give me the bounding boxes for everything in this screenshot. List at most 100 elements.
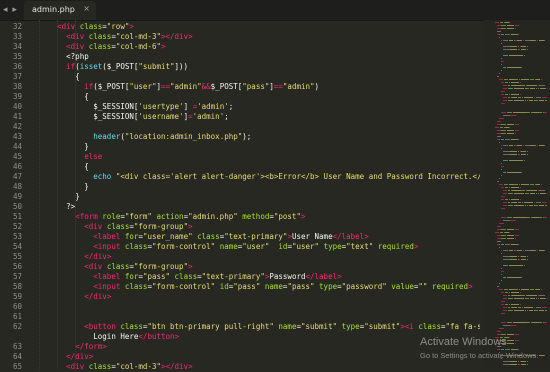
minimap-stroke [497, 121, 502, 122]
minimap-stroke [507, 124, 514, 125]
minimap-stroke [528, 205, 534, 206]
minimap-stroke [509, 55, 523, 56]
minimap-stroke [526, 361, 528, 362]
code-line: <label for="pass" class="text-primary">P… [93, 272, 341, 282]
minimap-stroke [524, 88, 528, 89]
line-number: 64 [12, 352, 22, 361]
tab-nav-arrows-icon[interactable]: ◂ ▸ [3, 3, 18, 17]
minimap-stroke [526, 151, 528, 152]
code-token: User Name [291, 232, 333, 241]
code-token: if [84, 82, 94, 91]
minimap-stroke [527, 295, 537, 296]
code-token: type [341, 322, 360, 331]
code-token: "pass" [233, 282, 265, 291]
minimap-stroke [538, 250, 544, 251]
minimap-stroke [507, 322, 511, 323]
code-line: <label for="user_name" class="text-prima… [93, 232, 368, 242]
code-token: "form-control" [151, 282, 220, 291]
code-token: <label [93, 232, 125, 241]
code-token: <div [57, 22, 80, 31]
minimap-stroke [527, 322, 531, 323]
minimap-stroke [495, 232, 499, 233]
minimap-stroke [539, 310, 544, 311]
tab-admin-php[interactable]: admin.php × [24, 1, 96, 20]
minimap-stroke [524, 145, 530, 146]
minimap-stroke [500, 268, 502, 269]
line-number: 33 [12, 32, 22, 41]
minimap-stroke [539, 190, 546, 191]
minimap-stroke [517, 34, 520, 35]
minimap-stroke [500, 271, 504, 272]
line-number: 62 [12, 322, 22, 331]
code-line: <div class="col-md-3"></div> [66, 32, 192, 42]
minimap-stroke [540, 289, 542, 290]
close-icon[interactable]: × [83, 4, 90, 13]
code-line: <form role="form" action="admin.php" met… [75, 212, 305, 222]
code-token: ></div> [160, 362, 193, 370]
minimap-stroke [502, 145, 509, 146]
code-token: "submit" [364, 322, 401, 331]
minimap-stroke [500, 163, 502, 164]
minimap-stroke [546, 88, 548, 89]
code-editor[interactable]: <div class="row"> <div class="col-md-3"><… [26, 20, 480, 370]
minimap-stroke [519, 187, 521, 188]
code-line: { [75, 72, 80, 82]
code-token: ; [228, 102, 234, 111]
minimap-stroke [544, 112, 547, 113]
minimap-stroke [504, 187, 509, 188]
line-number-gutter: 32 33 34 35 36 37 38 39 40 41 42 43 44 45 46 47 48 49 50 51… [0, 20, 26, 371]
minimap-stroke [497, 241, 501, 242]
minimap-stroke [499, 247, 500, 248]
minimap-stroke [502, 220, 510, 221]
code-line: <input class="form-control" id="pass" na… [93, 282, 472, 292]
code-token: </div> [84, 292, 112, 301]
line-number: 51 [12, 212, 22, 221]
line-number: 54 [12, 242, 22, 251]
code-token: </label> [332, 232, 369, 241]
minimap[interactable] [484, 20, 550, 370]
minimap-stroke [509, 22, 511, 23]
minimap-stroke [504, 34, 511, 35]
minimap-stroke [499, 289, 504, 290]
minimap-stroke [495, 22, 499, 23]
minimap-stroke [506, 67, 521, 68]
minimap-stroke [523, 307, 534, 308]
code-token: == [161, 82, 171, 91]
code-token: > [188, 222, 193, 231]
minimap-stroke [502, 154, 510, 155]
code-line: { [84, 92, 89, 102]
minimap-stroke [510, 364, 518, 365]
code-token: echo [93, 172, 116, 181]
minimap-stroke [536, 289, 541, 290]
minimap-stroke [513, 310, 525, 311]
minimap-stroke [508, 205, 512, 206]
code-token: { [84, 92, 89, 101]
minimap-stroke [512, 190, 521, 191]
code-token: <div [66, 42, 89, 51]
minimap-stroke [514, 79, 519, 80]
minimap-stroke [508, 100, 512, 101]
code-token: type [319, 282, 338, 291]
code-token: > [188, 262, 193, 271]
minimap-stroke [544, 145, 546, 146]
line-number: 32 [12, 22, 22, 31]
code-token: class [197, 232, 220, 241]
line-number: 47 [12, 172, 22, 181]
code-token: "form-group" [133, 262, 189, 271]
code-token: name [278, 322, 297, 331]
minimap-stroke [519, 292, 521, 293]
minimap-stroke [502, 46, 510, 47]
line-number: 38 [12, 82, 22, 91]
minimap-stroke [497, 334, 501, 335]
minimap-stroke [514, 334, 520, 335]
minimap-stroke [519, 82, 521, 83]
minimap-stroke [502, 277, 507, 278]
minimap-stroke [521, 364, 526, 365]
minimap-stroke [500, 112, 507, 113]
minimap-stroke [510, 361, 518, 362]
minimap-stroke [500, 91, 505, 92]
line-number: 52 [12, 222, 22, 231]
minimap-stroke [517, 139, 520, 140]
minimap-stroke [529, 193, 536, 194]
minimap-stroke [500, 43, 502, 44]
